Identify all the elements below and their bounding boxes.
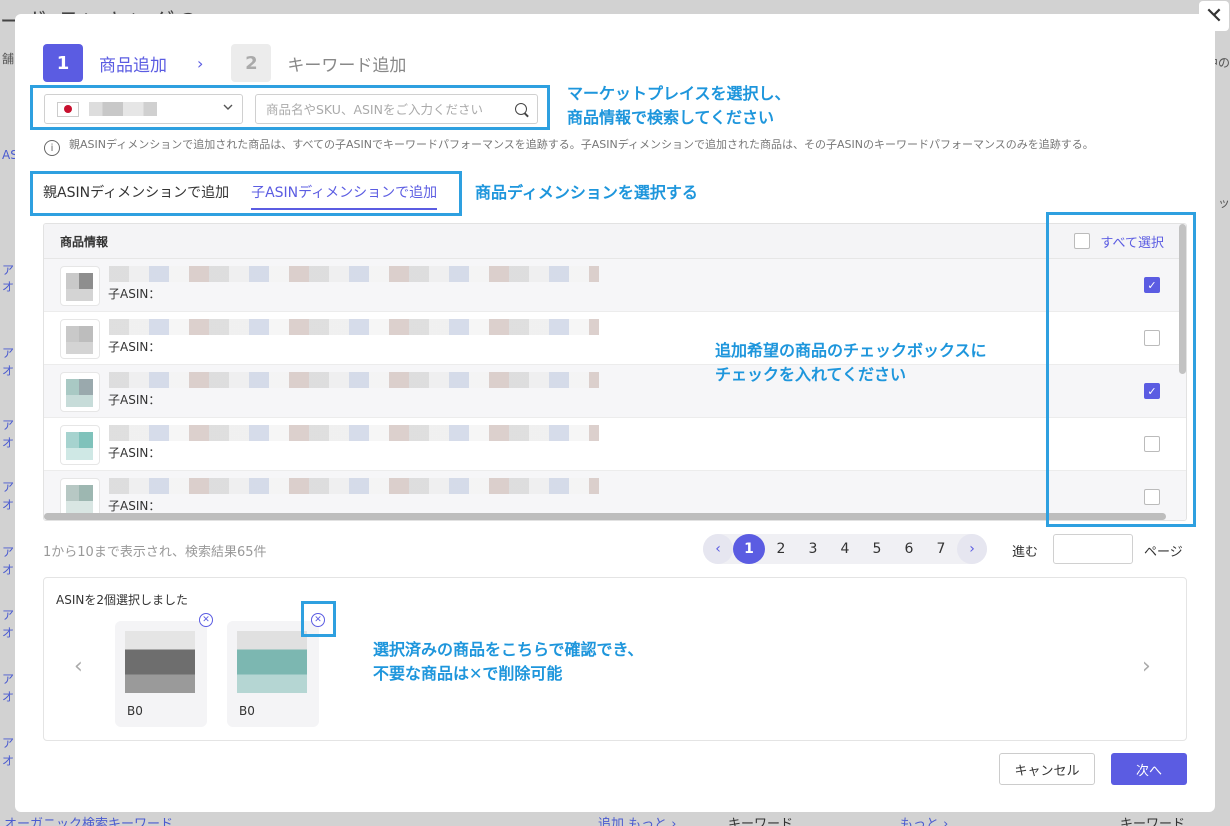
background-left-link[interactable]: ア bbox=[2, 263, 14, 277]
selected-next-button[interactable]: › bbox=[1142, 654, 1151, 679]
page-1[interactable]: 1 bbox=[733, 534, 765, 564]
annotation-dimension-text: 商品ディメンションを選択する bbox=[475, 183, 698, 202]
annotation-box-checkboxes bbox=[1046, 212, 1196, 527]
goto-suffix: ページ bbox=[1144, 545, 1183, 560]
step-1-number: 1 bbox=[43, 44, 83, 82]
background-left-link[interactable]: ア bbox=[2, 608, 14, 622]
child-asin-label: 子ASIN： bbox=[108, 340, 161, 354]
selected-product-image bbox=[125, 631, 195, 693]
page-2[interactable]: 2 bbox=[765, 534, 797, 564]
annotation-box-search bbox=[30, 85, 550, 130]
column-header-product-info: 商品情報 bbox=[60, 234, 109, 249]
next-button[interactable]: 次へ bbox=[1111, 753, 1187, 785]
child-asin-label: 子ASIN： bbox=[108, 393, 161, 407]
pagination-next-button[interactable]: › bbox=[957, 534, 987, 564]
product-thumbnail bbox=[60, 372, 100, 412]
annotation-box-remove bbox=[301, 601, 336, 637]
chevron-right-icon: › bbox=[197, 53, 204, 73]
product-thumbnail bbox=[60, 478, 100, 518]
background-left-link[interactable]: オ bbox=[2, 498, 14, 512]
background-left-link[interactable]: オ bbox=[2, 364, 14, 378]
annotation-search-line2: 商品情報で検索してください bbox=[567, 108, 775, 127]
background-more-link[interactable]: もっと › bbox=[900, 813, 948, 826]
background-add-more-link[interactable]: 追加 もっと › bbox=[598, 813, 676, 826]
background-left-link[interactable]: ア bbox=[2, 545, 14, 559]
product-thumbnail bbox=[60, 319, 100, 359]
background-left-link[interactable]: ア bbox=[2, 480, 14, 494]
step-indicator: 1 商品追加 › 2 キーワード追加 bbox=[43, 44, 406, 82]
annotation-selected-line1: 選択済みの商品をこちらで確認でき、 bbox=[373, 640, 644, 659]
horizontal-scrollbar[interactable] bbox=[44, 513, 1166, 520]
pagination: ‹ 1 2 3 4 5 6 7 › bbox=[703, 534, 987, 564]
step-2-label: キーワード追加 bbox=[287, 55, 407, 76]
product-thumbnail bbox=[60, 425, 100, 465]
pagination-prev-button[interactable]: ‹ bbox=[703, 534, 733, 564]
product-title-blurred bbox=[109, 478, 599, 494]
background-left-link[interactable]: ア bbox=[2, 418, 14, 432]
product-title-blurred bbox=[109, 319, 599, 335]
selected-product-asin: B0 bbox=[127, 704, 143, 718]
background-left-link[interactable]: オ bbox=[2, 436, 14, 450]
annotation-box-dimension bbox=[30, 171, 462, 216]
table-row: 子ASIN： bbox=[44, 418, 1186, 471]
background-left-link[interactable]: オ bbox=[2, 690, 14, 704]
step-2-number: 2 bbox=[231, 44, 272, 82]
product-table: 商品情報 すべて選択 子ASIN： ✓ 子ASIN： 子ASIN： ✓ 子ASI… bbox=[43, 223, 1187, 521]
background-right-text: ッ bbox=[1217, 196, 1230, 210]
goto-label: 進む bbox=[1012, 545, 1039, 560]
background-left-link[interactable]: オ bbox=[2, 280, 14, 294]
annotation-search-line1: マーケットプレイスを選択し、 bbox=[567, 84, 791, 103]
background-left-link[interactable]: ア bbox=[2, 672, 14, 686]
child-asin-label: 子ASIN： bbox=[108, 287, 161, 301]
add-product-modal: 1 商品追加 › 2 キーワード追加 i 親ASINディメンションで追加された商… bbox=[15, 14, 1215, 812]
selected-count: ASINを2個選択しました bbox=[56, 593, 188, 607]
product-title-blurred bbox=[109, 372, 599, 388]
table-body: 子ASIN： ✓ 子ASIN： 子ASIN： ✓ 子ASIN： 子ASIN： bbox=[44, 259, 1186, 520]
background-keyword-label: キーワード bbox=[728, 817, 794, 826]
table-row: 子ASIN： ✓ bbox=[44, 365, 1186, 418]
selected-prev-button[interactable]: ‹ bbox=[74, 654, 83, 679]
page-3[interactable]: 3 bbox=[797, 534, 829, 564]
info-icon: i bbox=[44, 140, 60, 156]
page-6[interactable]: 6 bbox=[893, 534, 925, 564]
annotation-search-text: マーケットプレイスを選択し、 商品情報で検索してください bbox=[567, 82, 791, 130]
selected-product-image bbox=[237, 631, 307, 693]
page-5[interactable]: 5 bbox=[861, 534, 893, 564]
page-7[interactable]: 7 bbox=[925, 534, 957, 564]
info-text: 親ASINディメンションで追加された商品は、すべての子ASINでキーワードパフォ… bbox=[69, 138, 1094, 151]
table-row: 子ASIN： ✓ bbox=[44, 259, 1186, 312]
product-title-blurred bbox=[109, 425, 599, 441]
annotation-checkbox-line2: チェックを入れてください bbox=[715, 365, 907, 384]
background-left-link[interactable]: オ bbox=[2, 563, 14, 577]
page-4[interactable]: 4 bbox=[829, 534, 861, 564]
background-keyword-label: キーワード bbox=[1120, 817, 1186, 826]
annotation-selected-text: 選択済みの商品をこちらで確認でき、 不要な商品は✕で削除可能 bbox=[373, 638, 643, 686]
background-left-link[interactable]: ア bbox=[2, 736, 14, 750]
selected-product-asin: B0 bbox=[239, 704, 255, 718]
table-row: 子ASIN： bbox=[44, 312, 1186, 365]
child-asin-label: 子ASIN： bbox=[108, 446, 161, 460]
info-notice: i 親ASINディメンションで追加された商品は、すべての子ASINでキーワードパ… bbox=[44, 138, 1189, 156]
cancel-button[interactable]: キャンセル bbox=[999, 753, 1095, 785]
background-left-link[interactable]: オ bbox=[2, 626, 14, 640]
annotation-checkbox-line1: 追加希望の商品のチェックボックスに bbox=[715, 341, 987, 360]
selected-product-card: B0 bbox=[115, 621, 207, 727]
table-header: 商品情報 すべて選択 bbox=[44, 224, 1186, 259]
background-left-link[interactable]: オ bbox=[2, 754, 14, 768]
product-title-blurred bbox=[109, 266, 599, 282]
result-count: 1から10まで表示され、検索結果65件 bbox=[43, 545, 267, 560]
goto-page-input[interactable] bbox=[1053, 534, 1133, 564]
child-asin-label: 子ASIN： bbox=[108, 499, 161, 513]
background-keyword-link[interactable]: オーガニック検索キーワード bbox=[4, 813, 173, 826]
background-left-text: 舗 bbox=[2, 52, 15, 66]
background-left-link[interactable]: ア bbox=[2, 346, 14, 360]
remove-icon[interactable]: ✕ bbox=[199, 613, 213, 627]
step-1-label: 商品追加 bbox=[99, 55, 167, 76]
product-thumbnail bbox=[60, 266, 100, 306]
annotation-checkbox-text: 追加希望の商品のチェックボックスに チェックを入れてください bbox=[715, 339, 987, 387]
annotation-selected-line2: 不要な商品は✕で削除可能 bbox=[373, 664, 563, 683]
